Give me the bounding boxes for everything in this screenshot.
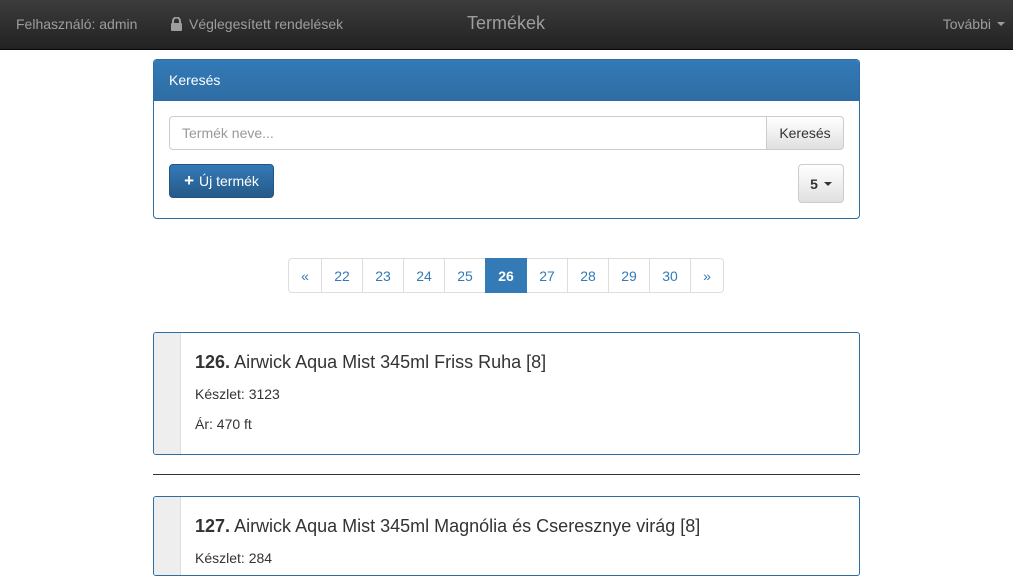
pagination-page[interactable]: 25 bbox=[444, 258, 486, 293]
product-card[interactable]: 126. Airwick Aqua Mist 345ml Friss Ruha … bbox=[153, 332, 860, 455]
product-stock: Készlet: 284 bbox=[195, 550, 273, 566]
product-name-search-input[interactable] bbox=[169, 116, 767, 150]
top-navbar: Felhasználó: admin Véglegesített rendelé… bbox=[0, 0, 1013, 50]
product-divider bbox=[153, 474, 860, 475]
page-size-value: 5 bbox=[810, 175, 818, 192]
nav-user-label: Felhasználó: admin bbox=[16, 16, 138, 32]
product-title: 126. Airwick Aqua Mist 345ml Friss Ruha … bbox=[195, 352, 546, 373]
nav-more-dropdown[interactable]: További bbox=[943, 15, 1005, 33]
product-name: Airwick Aqua Mist 345ml Magnólia és Cser… bbox=[234, 516, 701, 536]
pagination-next[interactable]: » bbox=[690, 258, 724, 293]
nav-more-label: További bbox=[942, 16, 991, 32]
new-product-label: Új termék bbox=[199, 173, 259, 189]
search-panel-heading: Keresés bbox=[154, 60, 859, 101]
pagination-page[interactable]: 29 bbox=[608, 258, 650, 293]
product-card-stripe bbox=[154, 333, 181, 454]
pagination-page[interactable]: 24 bbox=[403, 258, 445, 293]
product-stock: Készlet: 3123 bbox=[195, 386, 280, 402]
pagination-prev[interactable]: « bbox=[288, 258, 322, 293]
pagination-page[interactable]: 22 bbox=[321, 258, 363, 293]
navbar-brand-title[interactable]: Termékek bbox=[467, 14, 545, 32]
page-size-dropdown[interactable]: 5 bbox=[798, 164, 844, 203]
product-card-stripe bbox=[154, 497, 181, 575]
pagination-page-active[interactable]: 26 bbox=[485, 258, 527, 293]
search-panel: Keresés Keresés + Új termék 5 bbox=[153, 59, 860, 219]
search-button[interactable]: Keresés bbox=[766, 116, 844, 150]
product-card[interactable]: 127. Airwick Aqua Mist 345ml Magnólia és… bbox=[153, 496, 860, 576]
nav-finalized-orders-link[interactable]: Véglegesített rendelések bbox=[170, 15, 343, 33]
product-number: 126. bbox=[195, 352, 231, 372]
product-price: Ár: 470 ft bbox=[195, 416, 252, 432]
caret-down-icon bbox=[823, 181, 832, 186]
pagination-page[interactable]: 28 bbox=[567, 258, 609, 293]
product-title: 127. Airwick Aqua Mist 345ml Magnólia és… bbox=[195, 516, 700, 537]
caret-down-icon bbox=[997, 22, 1005, 26]
pagination: « 22 23 24 25 26 27 28 29 30 » bbox=[288, 258, 724, 293]
lock-icon bbox=[171, 17, 182, 31]
pagination-page[interactable]: 23 bbox=[362, 258, 404, 293]
new-product-button[interactable]: + Új termék bbox=[169, 164, 274, 198]
product-name: Airwick Aqua Mist 345ml Friss Ruha [8] bbox=[234, 352, 547, 372]
pagination-page[interactable]: 30 bbox=[649, 258, 691, 293]
plus-icon: + bbox=[184, 171, 195, 190]
product-number: 127. bbox=[195, 516, 231, 536]
nav-finalized-orders-label: Véglegesített rendelések bbox=[189, 16, 344, 32]
pagination-page[interactable]: 27 bbox=[526, 258, 568, 293]
